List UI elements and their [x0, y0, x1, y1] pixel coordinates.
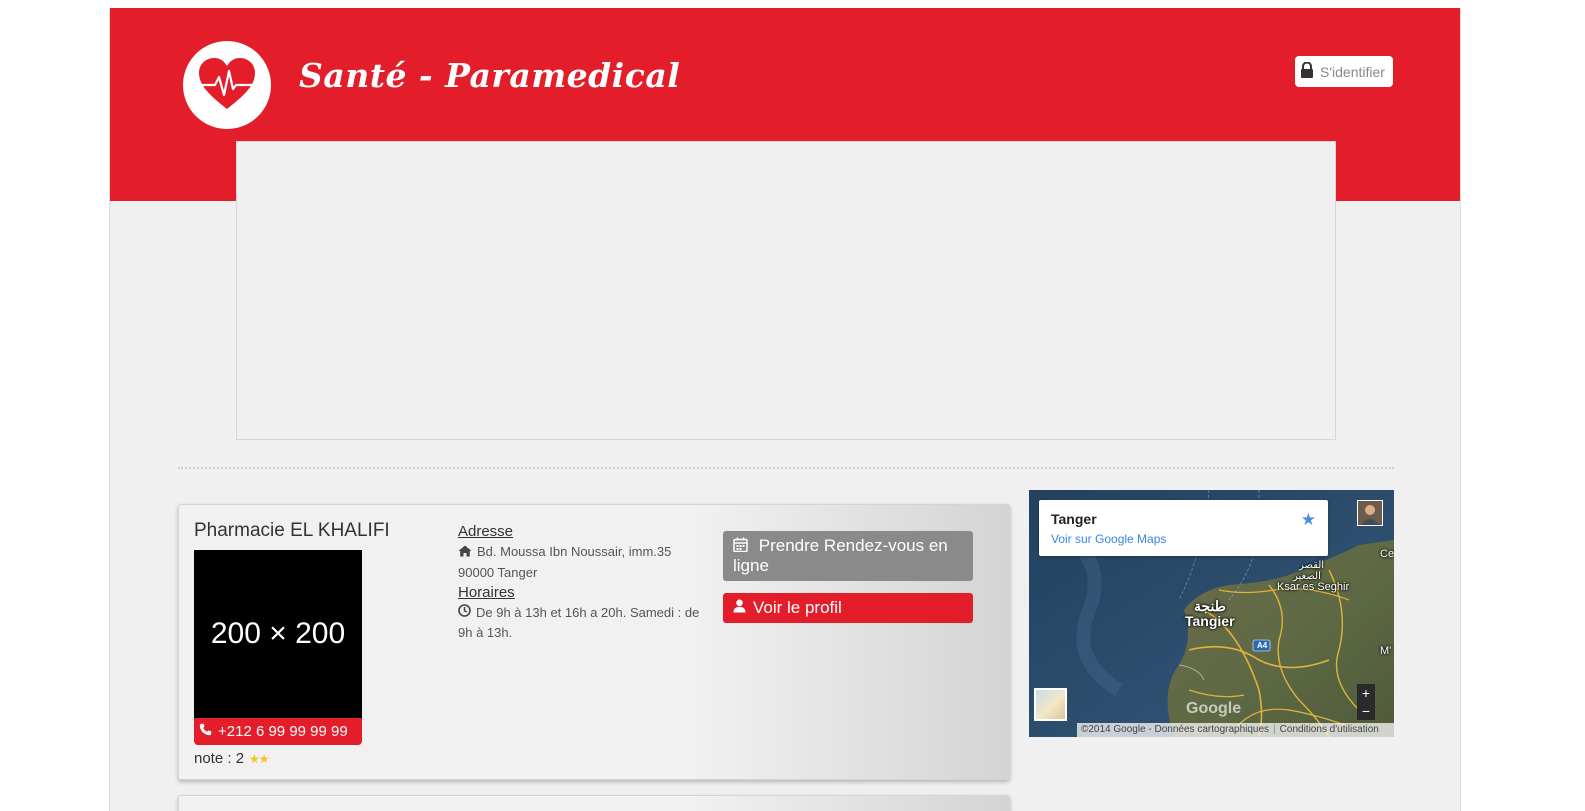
view-profile-button[interactable]: Voir le profil — [723, 593, 973, 623]
location-map[interactable]: القصر الصغير Ksar es Seghir طنجة Tangier… — [1029, 490, 1394, 737]
clock-icon — [458, 603, 471, 623]
map-copyright: ©2014 Google - Données cartographiques — [1081, 724, 1270, 735]
hours-text: De 9h à 13h et 16h a 20h. Samedi : de 9h… — [458, 604, 700, 641]
banner-area — [236, 141, 1336, 440]
map-type-toggle[interactable] — [1034, 688, 1067, 721]
map-label-m: M' — [1380, 645, 1392, 657]
address-text-1: Bd. Moussa Ibn Noussair, imm.35 — [477, 544, 672, 559]
phone-icon — [199, 723, 212, 740]
zoom-out-button[interactable]: − — [1357, 702, 1375, 720]
footer-separator: | — [1273, 724, 1276, 735]
address-heading: Adresse — [458, 523, 514, 540]
appointment-button[interactable]: Prendre Rendez-vous en ligne — [723, 531, 973, 581]
star-icon[interactable]: ★ — [1301, 510, 1316, 530]
address-line-2: 90000 Tanger — [458, 564, 538, 580]
zoom-in-button[interactable]: + — [1357, 684, 1375, 702]
rating-stars-icon: ★★ — [249, 751, 269, 766]
appointment-label: Prendre Rendez-vous en ligne — [733, 536, 948, 575]
map-label-tangier: Tangier — [1185, 613, 1235, 629]
rating-label: note : 2 — [194, 750, 245, 767]
google-watermark: Google — [1186, 700, 1242, 717]
address-line-1: Bd. Moussa Ibn Noussair, imm.35 — [458, 542, 703, 563]
section-divider — [178, 467, 1394, 469]
map-footer: ©2014 Google - Données cartographiques | C… — [1077, 723, 1394, 737]
login-button[interactable]: S'identifier — [1295, 56, 1393, 87]
listing-image: 200 × 200 — [194, 550, 362, 718]
map-label-ksar-ar-1: القصر — [1299, 560, 1325, 571]
home-icon — [458, 543, 472, 563]
map-info-window: Tanger Voir sur Google Maps ★ — [1039, 500, 1328, 556]
map-place-name: Tanger — [1051, 511, 1097, 527]
lock-icon — [1300, 61, 1314, 81]
user-icon — [733, 598, 746, 618]
image-placeholder-text: 200 × 200 — [210, 617, 346, 650]
page-container: Santé - Paramedical S'identifier Pharmac… — [109, 8, 1461, 811]
map-label-ksar-es-seghir: Ksar es Seghir — [1277, 581, 1350, 593]
view-profile-label: Voir le profil — [753, 598, 842, 617]
listing-card-next — [178, 795, 1010, 811]
view-on-google-maps-link[interactable]: Voir sur Google Maps — [1051, 532, 1166, 546]
site-logo[interactable] — [183, 41, 271, 129]
map-label-ce: Ce — [1380, 548, 1394, 560]
map-label-a4: A4 — [1257, 641, 1268, 650]
zoom-control: + − — [1357, 684, 1375, 720]
phone-bar[interactable]: +212 6 99 99 99 99 — [194, 718, 362, 745]
listing-info: Adresse Bd. Moussa Ibn Noussair, imm.35 … — [458, 522, 703, 643]
hours-line: De 9h à 13h et 16h a 20h. Samedi : de 9h… — [458, 603, 703, 644]
phone-number: +212 6 99 99 99 99 — [218, 723, 348, 740]
rating: note : 2 ★★ — [194, 750, 270, 767]
listing-card: Pharmacie EL KHALIFI 200 × 200 +212 6 99… — [178, 504, 1010, 780]
site-title[interactable]: Santé - Paramedical — [299, 56, 680, 95]
person-icon — [1358, 501, 1382, 525]
map-user-avatar[interactable] — [1357, 500, 1383, 526]
calendar-icon — [733, 536, 759, 555]
listing-name[interactable]: Pharmacie EL KHALIFI — [194, 520, 390, 542]
login-label: S'identifier — [1320, 63, 1385, 80]
map-terms-link[interactable]: Conditions d'utilisation — [1280, 724, 1379, 735]
hours-heading: Horaires — [458, 583, 515, 601]
